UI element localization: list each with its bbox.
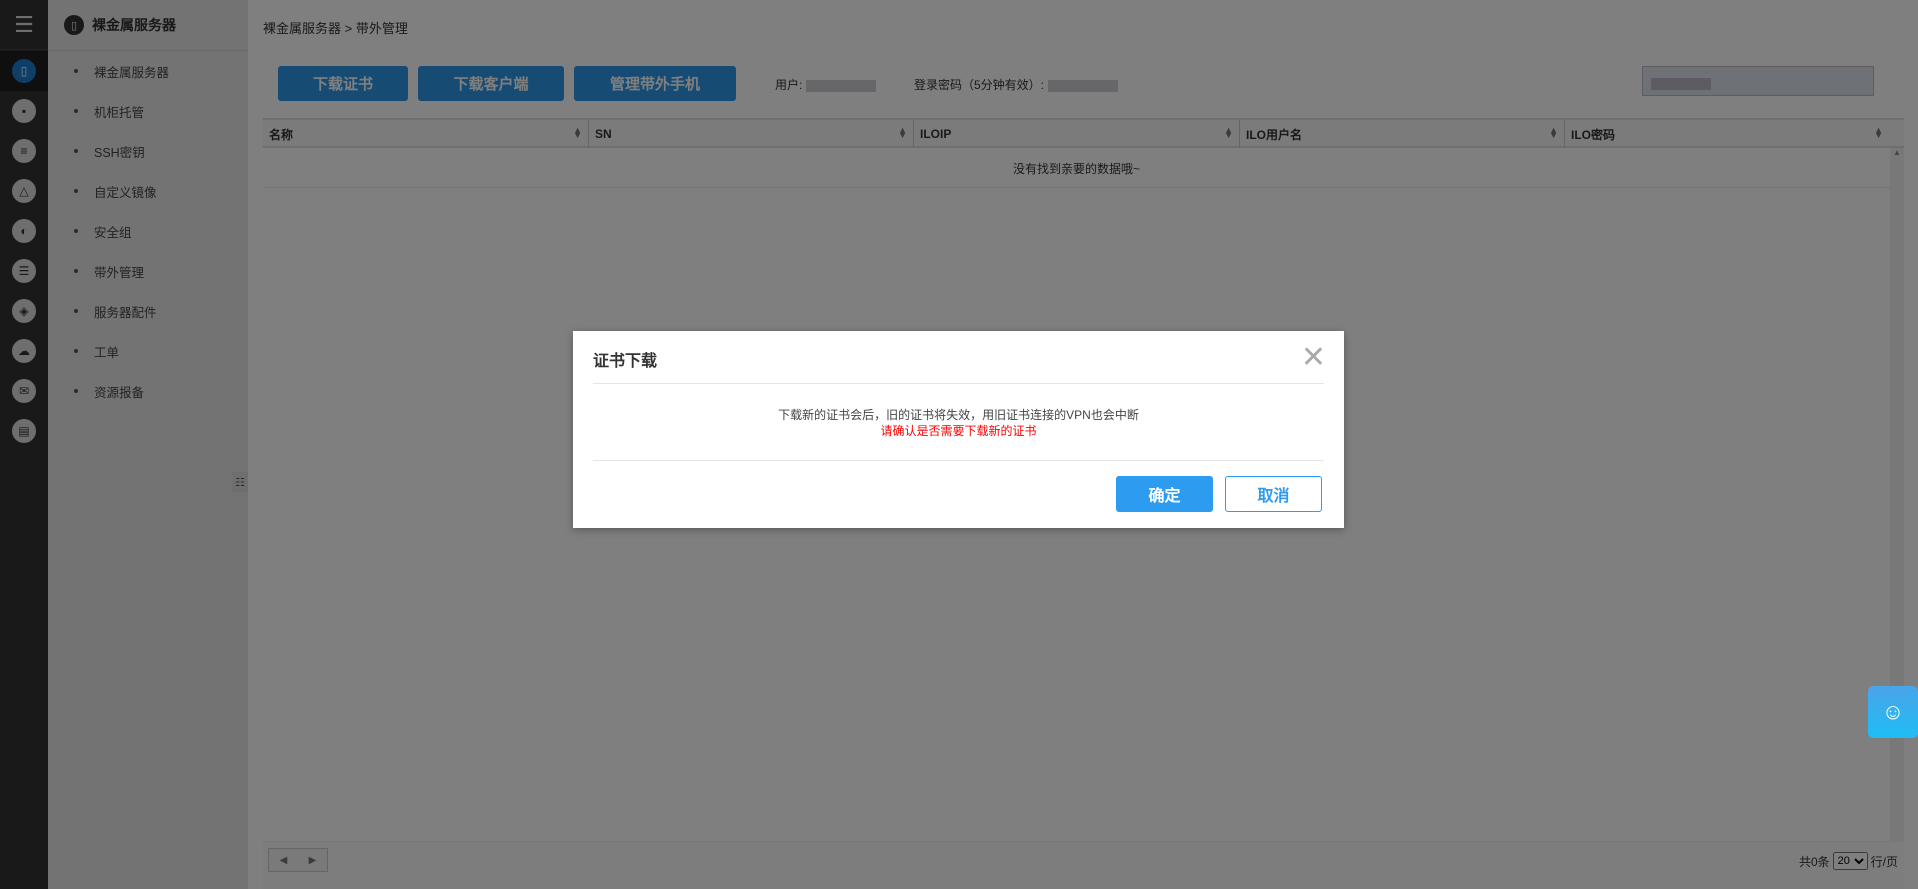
divider xyxy=(593,383,1324,384)
dialog-title: 证书下载 xyxy=(593,353,658,370)
dialog-warning-text: 请确认是否需要下载新的证书 xyxy=(880,424,1037,438)
close-icon[interactable]: ✕ xyxy=(1301,343,1326,373)
cert-download-dialog: 证书下载 ✕ 下载新的证书会后，旧的证书将失效，用旧证书连接的VPN也会中断 请… xyxy=(573,331,1344,528)
confirm-button[interactable]: 确定 xyxy=(1116,476,1213,512)
divider xyxy=(593,460,1324,461)
cancel-button[interactable]: 取消 xyxy=(1225,476,1322,512)
dialog-message: 下载新的证书会后，旧的证书将失效，用旧证书连接的VPN也会中断 请确认是否需要下… xyxy=(573,407,1344,439)
dialog-message-text: 下载新的证书会后，旧的证书将失效，用旧证书连接的VPN也会中断 xyxy=(778,408,1139,422)
customer-service-button[interactable]: ☺ xyxy=(1868,686,1918,738)
